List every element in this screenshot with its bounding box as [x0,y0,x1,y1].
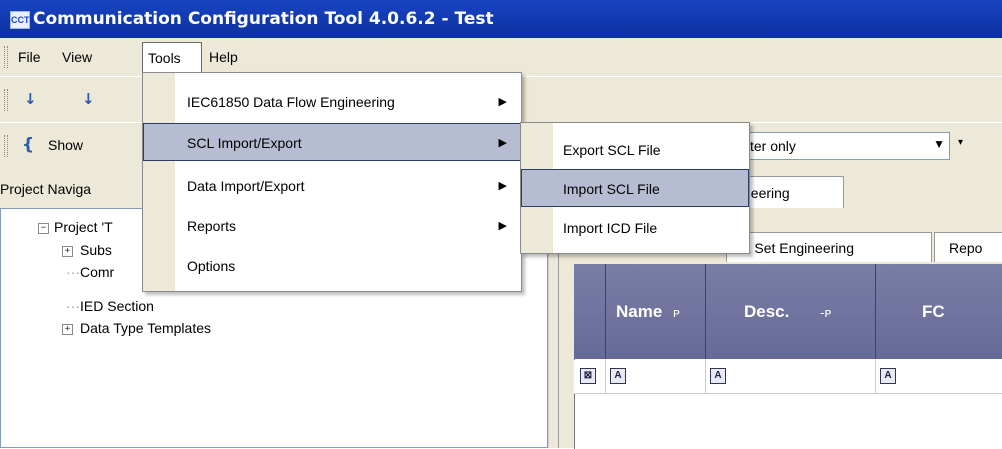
toolbar-grip[interactable] [4,89,8,111]
toolbar-grip[interactable] [4,135,8,157]
menu-item-label: Data Import/Export [187,178,305,194]
subtab-reports[interactable]: Repo [934,232,1002,262]
tree-item-project[interactable]: Project 'T [54,219,113,235]
filter-cell-fc[interactable]: A [876,360,1002,394]
menu-item-label: Options [187,258,236,274]
toolbar-overflow-icon[interactable]: ▾ [958,137,963,148]
project-navigator-title: Project Naviga [0,181,92,197]
menu-item-import-icd-file[interactable]: Import ICD File [521,209,749,247]
submenu-arrow-icon: ▶ [498,220,507,232]
menu-item-label: SCL Import/Export [187,135,302,151]
menu-tools[interactable]: Tools [142,42,202,72]
menu-file[interactable]: File [18,44,41,70]
submenu-arrow-icon: ▶ [498,180,507,192]
column-header-label: FC [922,302,945,321]
filter-combobox[interactable]: cter only ▼ [740,132,950,160]
menu-view[interactable]: View [62,44,92,70]
column-header-label: Desc. [744,302,790,321]
menu-item-scl-import-export[interactable]: SCL Import/Export ▶ [143,123,521,161]
filter-operator-icon[interactable]: A [610,368,626,384]
submenu-arrow-icon: ▶ [498,96,507,108]
tab-engineering[interactable]: neering [742,176,844,208]
tree-item-substation[interactable]: Subs [80,242,112,258]
expand-icon[interactable]: + [62,324,73,335]
column-header-desc[interactable]: Desc. -ᴘ [706,264,876,359]
pin-icon[interactable]: ᴘ [673,305,680,320]
column-header-label: Name [616,302,663,321]
clear-filter-icon[interactable]: ⊠ [580,368,596,384]
show-button-label[interactable]: Show [48,137,83,153]
filter-combobox-value: cter only [743,138,796,154]
menu-item-label: Reports [187,218,237,234]
filter-operator-icon[interactable]: A [710,368,726,384]
pin-icon[interactable]: -ᴘ [820,305,831,320]
window-title: Communication Configuration Tool 4.0.6.2… [33,9,494,29]
sort-ascending-icon[interactable]: ↓ [24,90,37,108]
menu-item-import-scl-file[interactable]: Import SCL File [521,169,749,207]
tree-item-data-type-templates[interactable]: Data Type Templates [80,320,211,336]
filter-cell-desc[interactable]: A [706,360,876,394]
column-header-fc[interactable]: FC [876,264,1002,359]
chevron-down-icon[interactable]: ▼ [933,137,945,151]
tree-item-ied-section[interactable]: IED Section [80,298,154,314]
submenu-arrow-icon: ▶ [498,137,507,149]
menubar-grip[interactable] [4,46,8,68]
sort-descending-icon[interactable]: ↓ [82,90,95,108]
menu-item-iec61850-data-flow[interactable]: IEC61850 Data Flow Engineering ▶ [143,83,521,121]
menu-item-label: Export SCL File [563,142,661,158]
app-icon: CCT [10,11,30,29]
menu-item-label: IEC61850 Data Flow Engineering [187,94,395,110]
menu-help[interactable]: Help [209,44,238,70]
tree-connector: ··· [66,264,80,280]
subtab-data-set-engineering[interactable]: ata Set Engineering [726,232,932,262]
menu-item-label: Import ICD File [563,220,658,236]
show-icon[interactable]: { [22,135,34,155]
filter-row-selector[interactable]: ⊠ [574,360,606,394]
column-header-name[interactable]: Name ᴘ [606,264,706,359]
tools-menu: IEC61850 Data Flow Engineering ▶ SCL Imp… [142,72,522,292]
title-bar: CCT Communication Configuration Tool 4.0… [0,0,1002,38]
filter-cell-name[interactable]: A [606,360,706,394]
menu-item-reports[interactable]: Reports ▶ [143,207,521,245]
collapse-icon[interactable]: − [38,223,49,234]
menu-item-label: Import SCL File [563,181,660,197]
scl-submenu: Export SCL File Import SCL File Import I… [520,122,750,254]
tree-connector: ··· [66,298,80,314]
menu-item-data-import-export[interactable]: Data Import/Export ▶ [143,167,521,205]
filter-operator-icon[interactable]: A [880,368,896,384]
menu-item-options[interactable]: Options [143,247,521,285]
tree-item-communication[interactable]: Comr [80,264,114,280]
menu-item-export-scl-file[interactable]: Export SCL File [521,131,749,169]
grid-row-header [574,264,606,359]
expand-icon[interactable]: + [62,246,73,257]
